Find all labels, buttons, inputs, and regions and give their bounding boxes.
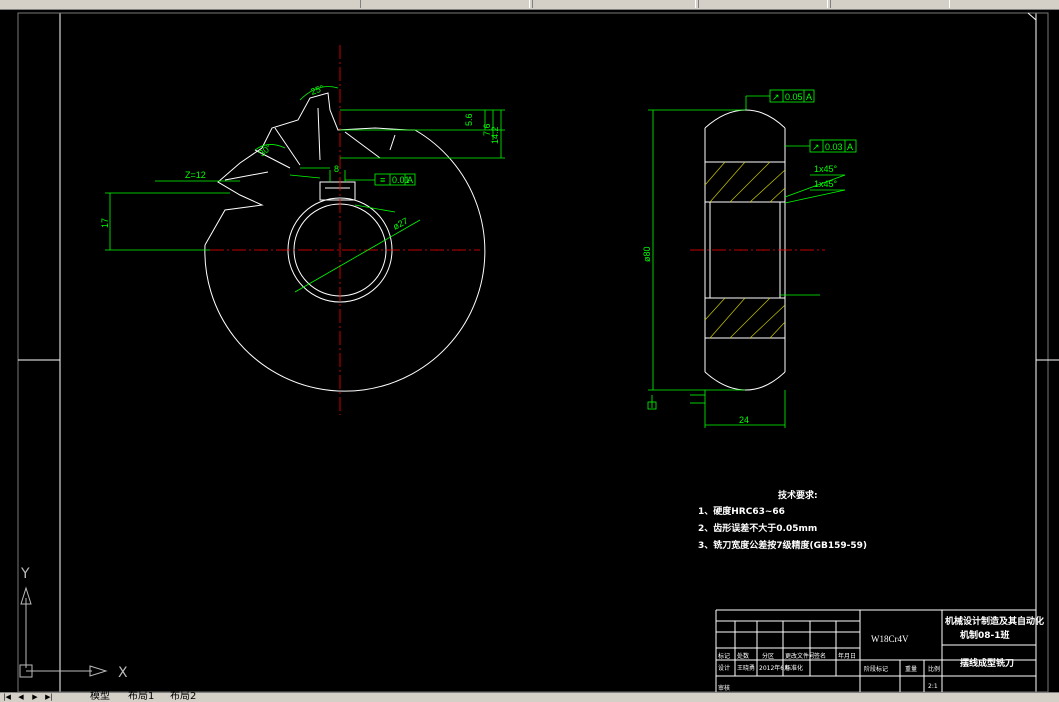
row-designer: 王晓勇 bbox=[737, 664, 755, 672]
section-view-dimensions: ø80 ↗ 0.05 A ↗ 0.03 A 1x45° 1x45° 24 bbox=[642, 89, 857, 428]
drawing-canvas[interactable]: 5.6 7.6 14.2 25° 30° Z=12 17 8 ≡ 0.01 A … bbox=[0, 10, 1059, 692]
toolbar-dropdown-4[interactable] bbox=[830, 0, 950, 8]
symmetry-symbol: ≡ bbox=[380, 175, 385, 185]
front-view-dimensions: 5.6 7.6 14.2 25° 30° Z=12 17 8 ≡ 0.01 A … bbox=[100, 83, 505, 293]
drawing-frame bbox=[59, 12, 1037, 692]
datum-label-top: A bbox=[806, 92, 812, 102]
drawing-name: 摆线成型铣刀 bbox=[960, 657, 1014, 669]
org-line-2: 机制08-1班 bbox=[960, 629, 1010, 641]
chamfer-2: 1x45° bbox=[814, 179, 838, 189]
tech-req-line-2: 2、齿形误差不大于0.05mm bbox=[698, 522, 817, 534]
dim-17: 17 bbox=[100, 218, 110, 228]
technical-requirements: 技术要求: 1、硬度HRC63~66 2、齿形误差不大于0.05mm 3、铣刀宽… bbox=[698, 489, 867, 551]
col-sign: 签名 bbox=[814, 652, 826, 660]
review-label: 审核 bbox=[718, 684, 730, 692]
title-block: W18Cr4V 机械设计制造及其自动化 机制08-1班 摆线成型铣刀 标记 处数… bbox=[715, 609, 1044, 692]
frame-corner-mark bbox=[1027, 12, 1037, 21]
row-design-label: 设计 bbox=[718, 664, 730, 672]
tab-model[interactable]: 模型 bbox=[90, 692, 110, 702]
tech-req-line-3: 3、铣刀宽度公差按7级精度(GB159-59) bbox=[698, 539, 867, 551]
runout-symbol: ↗ bbox=[772, 92, 780, 102]
paper-border bbox=[17, 12, 1049, 692]
col-change-doc: 更改文件号 bbox=[785, 652, 815, 660]
row-standard: 标准化 bbox=[785, 664, 803, 672]
stage-mark: 阶段标记 bbox=[864, 665, 888, 673]
cutter-section-view bbox=[690, 109, 825, 391]
toolbar-dropdown-3[interactable] bbox=[698, 0, 828, 8]
col-mark: 标记 bbox=[718, 652, 730, 660]
dim-bore: ø27 bbox=[391, 216, 409, 232]
dim-5-6: 5.6 bbox=[464, 113, 474, 126]
tech-req-line-1: 1、硬度HRC63~66 bbox=[698, 505, 785, 517]
datum-label-right: A bbox=[847, 142, 853, 152]
tol-top: 0.05 bbox=[785, 92, 803, 102]
dim-diameter-80: ø80 bbox=[642, 246, 652, 262]
toolbar-dropdown-1[interactable] bbox=[360, 0, 530, 8]
dim-key-8: 8 bbox=[334, 164, 339, 174]
tech-req-title: 技术要求: bbox=[778, 489, 818, 501]
scale-value: 2:1 bbox=[928, 683, 938, 690]
dim-teeth: Z=12 bbox=[185, 170, 206, 180]
material: W18Cr4V bbox=[871, 634, 909, 644]
chamfer-1: 1x45° bbox=[814, 164, 838, 174]
ucs-icon: Y X bbox=[19, 566, 128, 681]
dim-14-2: 14.2 bbox=[490, 126, 500, 144]
dim-width-24: 24 bbox=[739, 415, 749, 425]
ucs-x-label: X bbox=[118, 665, 128, 681]
ucs-y-label: Y bbox=[20, 566, 30, 582]
weight-label: 重量 bbox=[905, 665, 917, 673]
cutter-front-view bbox=[204, 45, 486, 415]
col-date: 年月日 bbox=[838, 652, 856, 660]
toolbar-dropdown-2[interactable] bbox=[532, 0, 696, 8]
window-top-toolbar bbox=[0, 0, 1059, 10]
col-zone: 分区 bbox=[762, 652, 774, 660]
datum-label-key: A bbox=[407, 175, 413, 185]
tab-layout1[interactable]: 布局1 bbox=[128, 692, 154, 702]
scale-label: 比例 bbox=[928, 665, 940, 673]
col-count: 处数 bbox=[737, 652, 749, 660]
org-line-1: 机械设计制造及其自动化 bbox=[945, 615, 1044, 627]
tol-right: 0.03 bbox=[825, 142, 843, 152]
tab-layout2[interactable]: 布局2 bbox=[170, 692, 196, 702]
runout-symbol-right: ↗ bbox=[812, 142, 820, 152]
